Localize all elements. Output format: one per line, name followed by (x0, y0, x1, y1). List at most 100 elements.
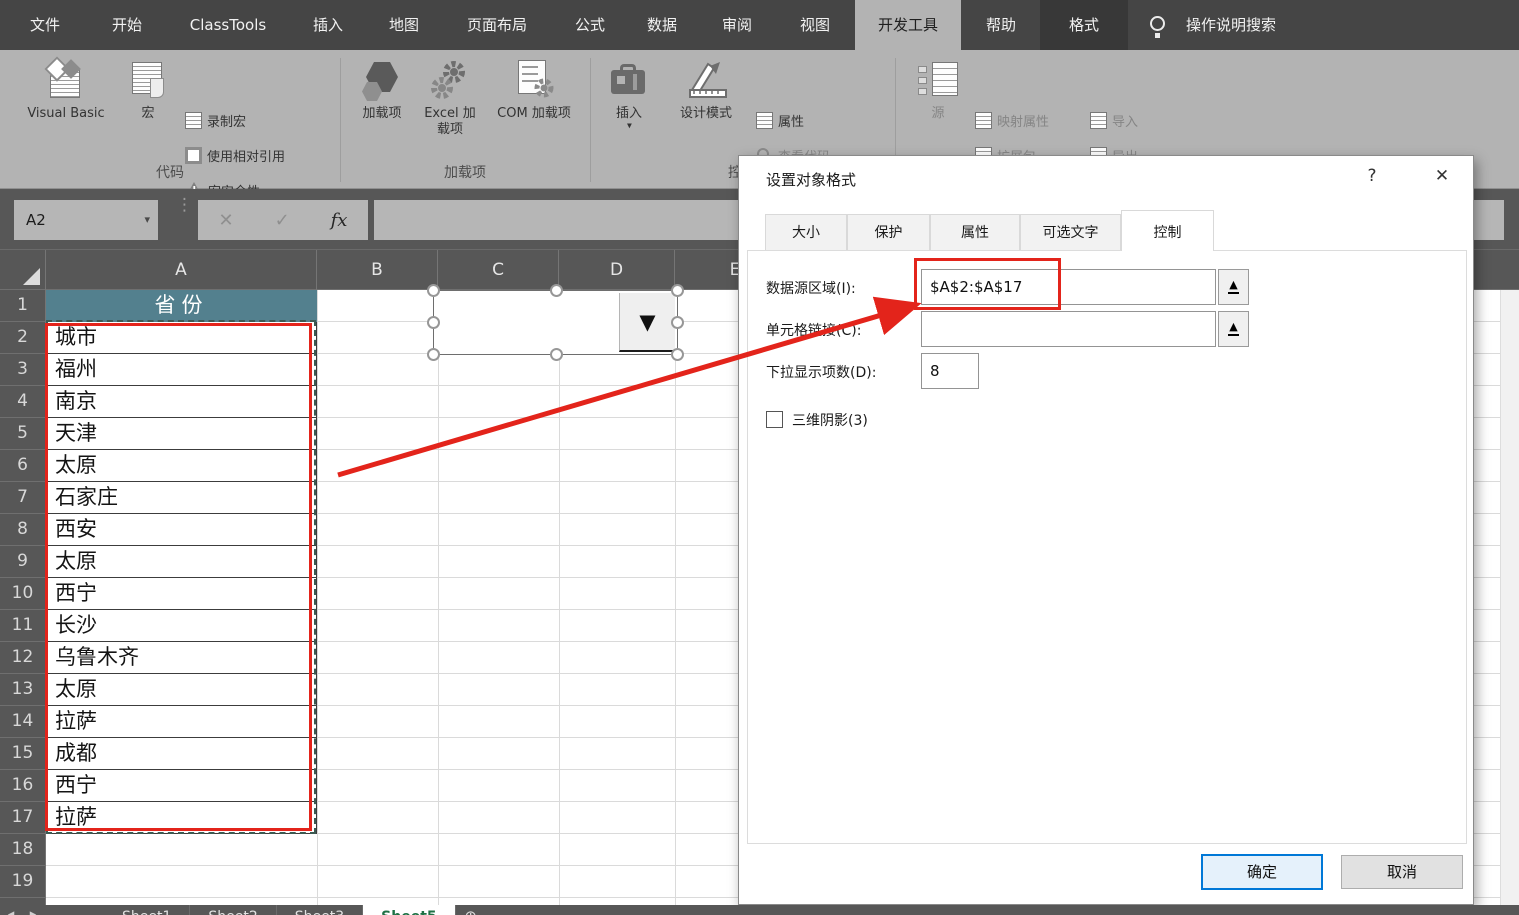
data-cell[interactable]: 西安 (47, 514, 316, 546)
import-button[interactable]: 导入 (1090, 108, 1138, 132)
properties-button[interactable]: 属性 (756, 108, 804, 132)
data-cell[interactable]: 南京 (47, 386, 316, 418)
data-cell[interactable]: 长沙 (47, 610, 316, 642)
insert-function-icon[interactable]: fx (331, 210, 348, 231)
row-header[interactable]: 10 (0, 578, 46, 610)
data-cell[interactable]: 石家庄 (47, 482, 316, 514)
row-header[interactable]: 19 (0, 866, 46, 898)
data-cell[interactable]: 成都 (47, 738, 316, 770)
data-cell[interactable]: 太原 (47, 546, 316, 578)
ok-button[interactable]: 确定 (1201, 854, 1323, 890)
row-header[interactable]: 5 (0, 418, 46, 450)
insert-dropdown-caret[interactable]: ▼ (627, 123, 632, 129)
cancel-entry-icon[interactable]: ✕ (218, 210, 233, 231)
menu-help[interactable]: 帮助 (975, 0, 1027, 50)
row-header[interactable]: 17 (0, 802, 46, 834)
tab-protection[interactable]: 保护 (847, 214, 930, 251)
menu-view[interactable]: 视图 (790, 0, 840, 50)
column-header-a[interactable]: A (46, 250, 317, 290)
row-header[interactable]: 8 (0, 514, 46, 546)
row-header[interactable]: 13 (0, 674, 46, 706)
name-box-caret-icon[interactable]: ▾ (144, 200, 150, 240)
new-sheet-icon[interactable]: ⊕ (456, 905, 486, 915)
tab-properties[interactable]: 属性 (930, 214, 1020, 251)
select-all-corner[interactable] (0, 250, 46, 290)
sheet-tab-sheet1[interactable]: Sheet1 (104, 905, 191, 915)
row-header[interactable]: 18 (0, 834, 46, 866)
row-header[interactable]: 1 (0, 290, 46, 322)
row-header[interactable]: 4 (0, 386, 46, 418)
selection-handle[interactable] (550, 284, 563, 297)
row-header[interactable]: 14 (0, 706, 46, 738)
selection-handle[interactable] (427, 316, 440, 329)
data-cell[interactable]: 西宁 (47, 770, 316, 802)
data-source-input[interactable]: $A$2:$A$17 (921, 269, 1216, 305)
dialog-help-button[interactable]: ? (1359, 166, 1385, 186)
tell-me-search[interactable]: 操作说明搜索 (1186, 0, 1326, 50)
cell-a1-header[interactable]: 省份 (46, 290, 317, 322)
row-header[interactable]: 9 (0, 546, 46, 578)
data-cell[interactable]: 拉萨 (47, 802, 316, 834)
menu-page-layout[interactable]: 页面布局 (455, 0, 539, 50)
map-properties-button[interactable]: 映射属性 (975, 108, 1049, 132)
data-cell[interactable]: 西宁 (47, 578, 316, 610)
name-box[interactable]: A2 ▾ (14, 200, 158, 240)
selection-handle[interactable] (427, 284, 440, 297)
sheet-tab-sheet3[interactable]: Sheet3 (277, 905, 364, 915)
row-header[interactable]: 12 (0, 642, 46, 674)
controls-insert-button[interactable]: 插入 ▼ (600, 54, 658, 182)
data-cell[interactable]: 拉萨 (47, 706, 316, 738)
tab-control-active[interactable]: 控制 (1121, 210, 1214, 251)
data-cell[interactable]: 太原 (47, 674, 316, 706)
row-header[interactable]: 2 (0, 322, 46, 354)
column-header-c[interactable]: C (438, 250, 559, 290)
row-header[interactable]: 15 (0, 738, 46, 770)
dialog-close-button[interactable]: ✕ (1429, 166, 1455, 186)
menu-map[interactable]: 地图 (379, 0, 429, 50)
row-header[interactable]: 6 (0, 450, 46, 482)
selection-handle[interactable] (550, 348, 563, 361)
row-header[interactable]: 3 (0, 354, 46, 386)
combobox-control[interactable]: ▼ (433, 290, 678, 355)
cancel-button[interactable]: 取消 (1341, 855, 1463, 889)
cell-link-range-picker-button[interactable]: ▲ (1218, 311, 1249, 347)
selection-handle[interactable] (671, 284, 684, 297)
record-macro-button[interactable]: 录制宏 (185, 108, 246, 132)
enter-entry-icon[interactable]: ✓ (275, 210, 290, 231)
selection-handle[interactable] (427, 348, 440, 361)
data-cell[interactable]: 乌鲁木齐 (47, 642, 316, 674)
column-header-d[interactable]: D (559, 250, 675, 290)
menu-format-contextual[interactable]: 格式 (1040, 0, 1128, 50)
data-cell[interactable]: 福州 (47, 354, 316, 386)
tab-size[interactable]: 大小 (765, 214, 847, 251)
menu-classtools[interactable]: ClassTools (176, 0, 280, 50)
vertical-scrollbar[interactable] (1500, 290, 1519, 905)
row-header[interactable]: 11 (0, 610, 46, 642)
menu-formulas[interactable]: 公式 (565, 0, 615, 50)
cell-link-input[interactable] (921, 311, 1216, 347)
sheet-tab-sheet5-active[interactable]: Sheet5 (363, 905, 456, 915)
3d-shading-checkbox[interactable] (766, 411, 783, 428)
tab-alt-text[interactable]: 可选文字 (1020, 214, 1121, 251)
selection-handle[interactable] (671, 348, 684, 361)
sheet-tab-sheet2[interactable]: Sheet2 (190, 905, 277, 915)
sheet-scroll-left-icon[interactable]: ◂ (0, 905, 22, 915)
data-cell[interactable]: 天津 (47, 418, 316, 450)
menu-review[interactable]: 审阅 (712, 0, 762, 50)
menu-data[interactable]: 数据 (637, 0, 687, 50)
data-source-range-picker-button[interactable]: ▲ (1218, 269, 1249, 305)
selection-handle[interactable] (671, 316, 684, 329)
row-header[interactable]: 7 (0, 482, 46, 514)
menu-file[interactable]: 文件 (20, 0, 70, 50)
column-header-b[interactable]: B (317, 250, 438, 290)
menu-developer-active[interactable]: 开发工具 (855, 0, 961, 50)
combobox-dropdown-button[interactable]: ▼ (619, 293, 675, 352)
dropdown-lines-input[interactable]: 8 (921, 353, 979, 389)
visual-basic-button[interactable]: Visual Basic (12, 54, 120, 182)
sheet-scroll-right-icon[interactable]: ▸ (22, 905, 44, 915)
data-cell[interactable]: 太原 (47, 450, 316, 482)
row-header[interactable]: 16 (0, 770, 46, 802)
addins-button[interactable]: 加载项 (350, 54, 414, 182)
data-cell[interactable]: 城市 (47, 322, 316, 354)
menu-home[interactable]: 开始 (102, 0, 152, 50)
